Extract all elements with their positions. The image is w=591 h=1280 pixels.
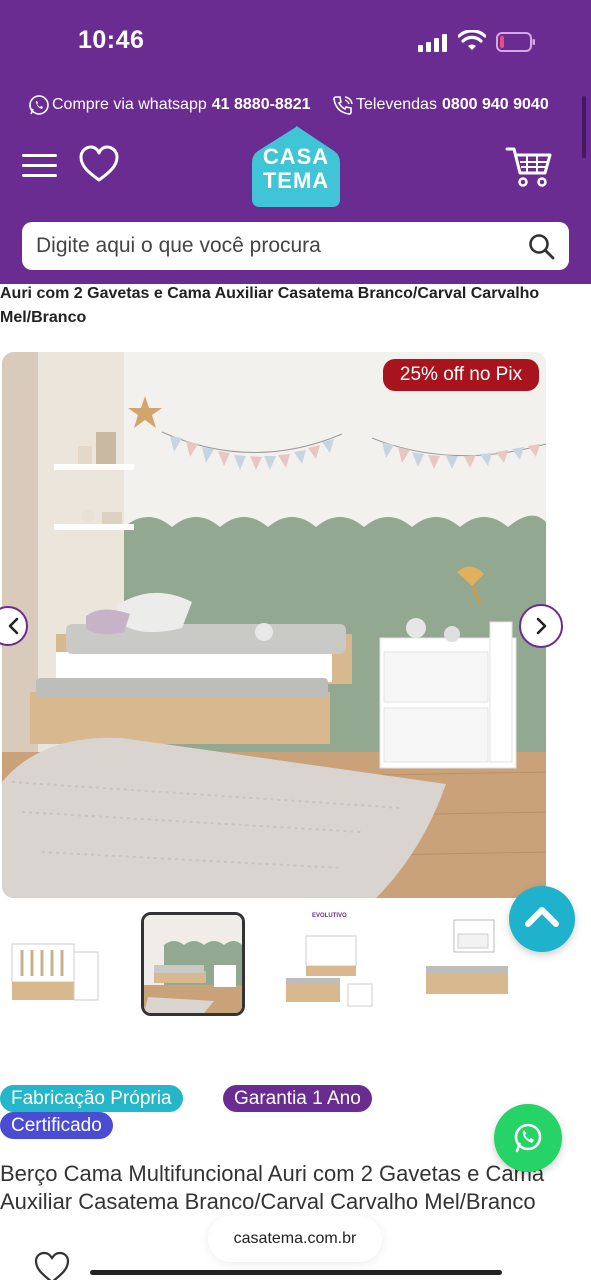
chevron-left-icon [8, 617, 19, 635]
thumbnail-strip: EVOLUTIVO [0, 912, 591, 1016]
thumbnail-1[interactable] [4, 912, 108, 1016]
logo-text: CASA TEMA [246, 145, 346, 193]
chevron-up-icon [525, 907, 559, 927]
menu-icon[interactable] [22, 152, 58, 180]
badge-fabricacao: Fabricação Própria [0, 1085, 183, 1112]
status-time: 10:46 [78, 26, 145, 54]
whatsapp-contact[interactable]: Compre via whatsapp 41 8880-8821 [28, 94, 311, 116]
battery-icon [496, 32, 535, 52]
phone-number: 0800 940 9040 [441, 96, 549, 113]
carousel-next-button[interactable] [519, 604, 563, 648]
search-bar [22, 222, 569, 270]
whatsapp-number: 41 8880-8821 [211, 96, 311, 113]
wifi-icon [458, 30, 486, 50]
search-input[interactable] [36, 222, 516, 270]
thumbnail-caption: EVOLUTIVO [312, 913, 347, 919]
phone-label: Televendas [356, 96, 437, 113]
site-header: 10:46 Compre via whatsapp 41 8880-8821 T… [0, 0, 591, 284]
page-scrollbar[interactable] [582, 96, 586, 158]
discount-badge: 25% off no Pix [383, 359, 539, 391]
browser-url-bar[interactable]: casatema.com.br [208, 1216, 382, 1262]
badge-garantia: Garantia 1 Ano [223, 1085, 372, 1112]
phone-icon [333, 96, 353, 115]
whatsapp-label: Compre via whatsapp [52, 96, 207, 113]
chevron-right-icon [536, 617, 547, 635]
contact-bar: Compre via whatsapp 41 8880-8821 Televen… [0, 92, 591, 120]
phone-contact[interactable]: Televendas 0800 940 9040 [332, 94, 549, 116]
logo-line2: TEMA [262, 168, 330, 193]
badge-certificado: Certificado [0, 1112, 113, 1139]
home-indicator[interactable] [90, 1270, 502, 1275]
product-title-partial: Auri com 2 Gavetas e Cama Auxiliar Casat… [0, 285, 540, 326]
cart-icon[interactable] [505, 145, 553, 189]
heart-icon[interactable] [78, 144, 120, 186]
thumbnail-3[interactable]: EVOLUTIVO [282, 912, 386, 1016]
scroll-to-top-button[interactable] [509, 886, 575, 952]
signal-icon [418, 34, 450, 52]
search-icon[interactable] [528, 233, 555, 260]
product-title: Berço Cama Multifuncional Auri com 2 Gav… [0, 1161, 545, 1214]
whatsapp-icon [514, 1123, 542, 1153]
casatema-logo[interactable]: CASA TEMA [246, 123, 346, 209]
thumbnail-2[interactable] [141, 912, 245, 1016]
whatsapp-icon [29, 95, 49, 115]
whatsapp-chat-button[interactable] [494, 1104, 562, 1172]
product-main-image[interactable] [2, 352, 546, 898]
status-bar: 10:46 [0, 22, 591, 62]
favorite-heart-icon[interactable] [33, 1250, 71, 1280]
logo-line1: CASA [262, 144, 330, 169]
